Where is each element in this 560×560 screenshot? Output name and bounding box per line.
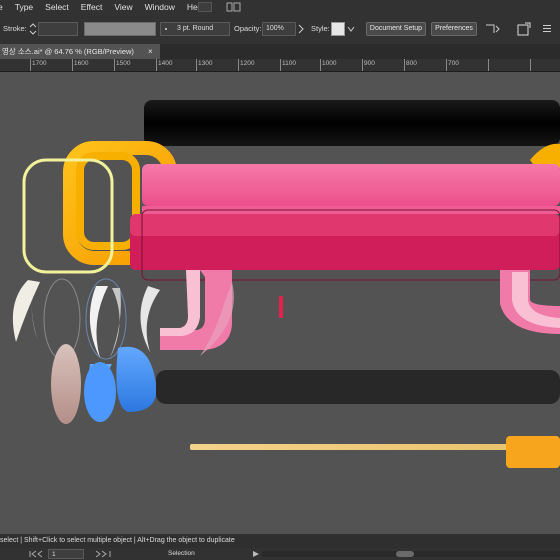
menu-window[interactable]: Window (139, 2, 181, 12)
isolate-icon[interactable] (517, 22, 531, 36)
artboard-canvas[interactable] (0, 72, 560, 534)
document-tab-bar: 영상 소스.ai* @ 64.76 % (RGB/Preview) × (0, 44, 560, 59)
dark-bar-bottom (156, 370, 560, 404)
bridge-icon[interactable] (198, 2, 212, 12)
menu-select[interactable]: Select (39, 2, 75, 12)
stroke-label: Stroke: (3, 24, 27, 33)
control-bar: Stroke: 3 pt. Round Opacity: 100% Style:… (0, 14, 560, 45)
style-dropdown-icon[interactable] (346, 22, 356, 36)
brush-profile-label: 3 pt. Round (177, 25, 214, 32)
menu-bar: e Type Select Effect View Window Help (0, 0, 560, 14)
menu-type[interactable]: Type (9, 2, 39, 12)
menu-edit[interactable]: e (0, 2, 9, 12)
tool-mode-label: Selection (168, 550, 195, 557)
red-marker (279, 296, 283, 318)
white-crescent (89, 286, 108, 358)
next-page-icon[interactable] (94, 550, 112, 560)
play-icon[interactable] (252, 550, 260, 560)
scrollbar-thumb[interactable] (396, 551, 414, 557)
orange-tab (506, 436, 560, 468)
footer-bar: 1 Selection (0, 548, 560, 560)
tab-title: 영상 소스.ai* @ 64.76 % (RGB/Preview) (2, 47, 134, 56)
brush-profile-dropdown[interactable]: 3 pt. Round (160, 22, 230, 36)
menu-effect[interactable]: Effect (75, 2, 109, 12)
gold-thin-bar (190, 444, 520, 450)
opacity-field[interactable]: 100% (262, 22, 296, 36)
status-bar: select | Shift+Click to select multiple … (0, 534, 560, 548)
tab-document[interactable]: 영상 소스.ai* @ 64.76 % (RGB/Preview) × (0, 44, 160, 59)
grey-crescent (110, 288, 121, 358)
document-setup-button[interactable]: Document Setup (366, 22, 426, 36)
stroke-weight-stepper[interactable] (28, 22, 38, 36)
brush-dot-icon (165, 28, 167, 30)
close-icon[interactable]: × (148, 44, 153, 59)
transform-icon[interactable] (484, 22, 500, 36)
ruler-ticks (30, 59, 531, 71)
horizontal-ruler: 1700 1600 1500 1400 1300 1200 1100 1000 … (0, 59, 560, 72)
pink-bar (142, 164, 560, 206)
blue-blob (116, 346, 157, 412)
stroke-weight-field[interactable] (38, 22, 78, 36)
panel-menu-icon[interactable] (542, 22, 552, 36)
variable-width-field[interactable] (84, 22, 156, 36)
style-swatch[interactable] (331, 22, 345, 36)
artwork[interactable] (0, 72, 560, 534)
preferences-button[interactable]: Preferences (431, 22, 477, 36)
blue-ellipse (84, 362, 116, 422)
crimson-bar-highlight (130, 214, 560, 236)
opacity-arrow-icon[interactable] (296, 22, 306, 36)
status-text: select | Shift+Click to select multiple … (0, 537, 235, 544)
white-shape-mid (140, 286, 160, 352)
cream-crescent-left (12, 280, 40, 342)
black-bar-top (144, 100, 560, 146)
first-page-icon[interactable] (28, 550, 46, 560)
style-label: Style: (311, 24, 330, 33)
arrange-icon[interactable] (226, 2, 242, 12)
opacity-label: Opacity: (234, 24, 262, 33)
menu-view[interactable]: View (108, 2, 138, 12)
page-number-field[interactable]: 1 (48, 549, 84, 559)
skin-ellipse (51, 344, 81, 424)
